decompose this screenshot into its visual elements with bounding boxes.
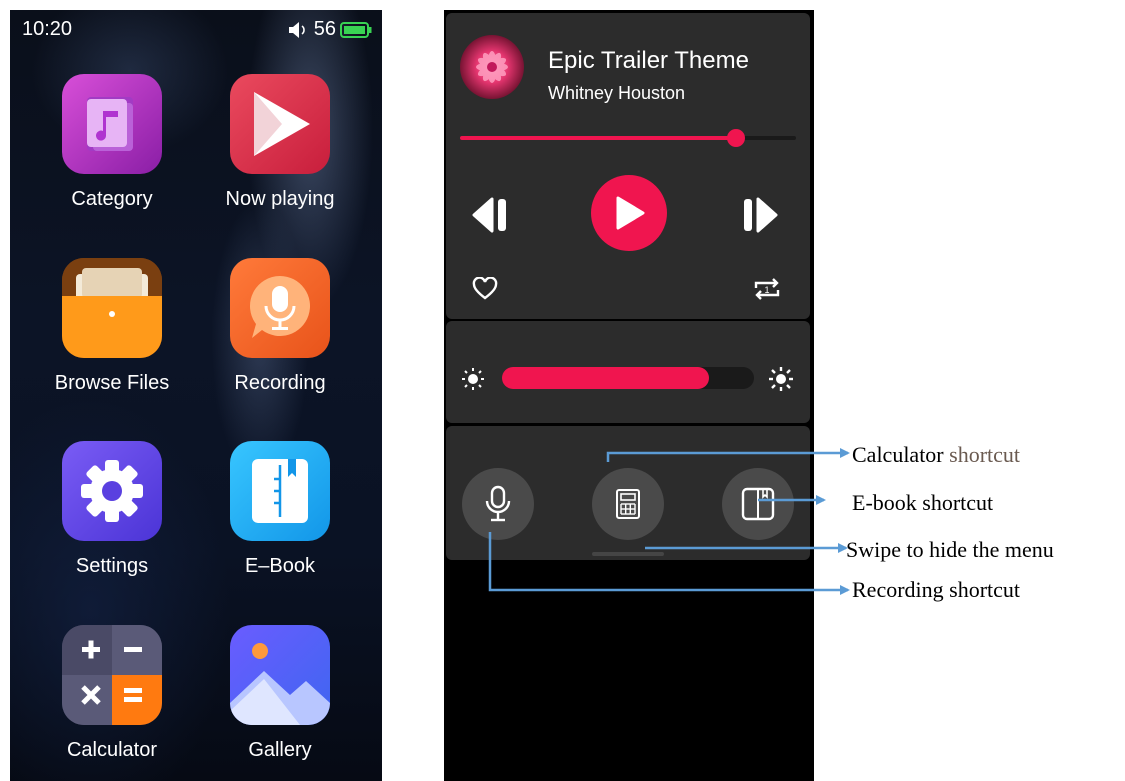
repeat-one-icon: 1 xyxy=(754,278,780,300)
app-recording[interactable]: Recording xyxy=(200,258,360,395)
shortcut-card xyxy=(446,426,810,560)
app-label: Recording xyxy=(234,372,326,394)
calculator-icon xyxy=(616,489,640,519)
next-button[interactable] xyxy=(738,193,782,237)
control-panel-screen: Epic Trailer Theme Whitney Houston 1 xyxy=(444,10,814,781)
calculator-annotation-word: Calculator xyxy=(852,442,944,467)
repeat-one-button[interactable]: 1 xyxy=(750,273,784,305)
brightness-card xyxy=(446,321,810,423)
gear-icon xyxy=(62,441,162,541)
progress-thumb[interactable] xyxy=(726,129,745,147)
app-label: Settings xyxy=(75,555,149,577)
recording-shortcut-annotation: Recording shortcut xyxy=(852,577,1021,602)
play-icon xyxy=(230,74,330,174)
song-title: Epic Trailer Theme xyxy=(548,47,749,74)
calculator-icon xyxy=(62,625,162,725)
ebook-shortcut-button[interactable] xyxy=(722,468,794,540)
microphone-icon xyxy=(230,258,330,358)
app-ebook[interactable]: E–Book xyxy=(200,441,360,578)
app-label: Gallery xyxy=(248,739,312,761)
brightness-fill xyxy=(502,367,709,389)
volume-level: 56 xyxy=(313,18,336,40)
calculator-shortcut-annotation: Calculator shortcut xyxy=(852,442,1020,468)
book-icon xyxy=(230,441,330,541)
progress-bar[interactable] xyxy=(460,129,796,147)
folder-icon xyxy=(62,258,162,358)
music-note-icon xyxy=(62,74,162,174)
recording-shortcut-button[interactable] xyxy=(462,468,534,540)
brightness-high-icon xyxy=(769,367,793,391)
next-icon xyxy=(744,197,778,233)
speaker-icon xyxy=(288,21,305,38)
status-bar: 10:20 56 xyxy=(10,10,382,50)
music-card: Epic Trailer Theme Whitney Houston 1 xyxy=(446,13,810,319)
app-category[interactable]: Category xyxy=(32,74,192,211)
previous-icon xyxy=(472,197,506,233)
home-screen: 10:20 56 Category Now playing Browse Fil… xyxy=(10,10,382,781)
book-icon xyxy=(741,487,775,521)
play-icon xyxy=(616,196,645,230)
status-time: 10:20 xyxy=(22,18,73,40)
swipe-handle[interactable] xyxy=(592,552,664,556)
repeat-badge: 1 xyxy=(764,285,769,295)
app-browse-files[interactable]: Browse Files xyxy=(32,258,192,395)
app-label: Now playing xyxy=(225,188,335,210)
status-right: 56 xyxy=(288,18,372,41)
brightness-slider[interactable] xyxy=(502,367,754,389)
song-artist: Whitney Houston xyxy=(548,83,686,103)
microphone-icon xyxy=(485,485,511,522)
previous-button[interactable] xyxy=(468,193,512,237)
battery-icon xyxy=(340,21,372,38)
app-label: Browse Files xyxy=(54,372,170,394)
calculator-shortcut-button[interactable] xyxy=(592,468,664,540)
swipe-annotation: Swipe to hide the menu xyxy=(846,537,1054,562)
app-gallery[interactable]: Gallery xyxy=(200,625,360,762)
album-art[interactable] xyxy=(460,35,524,99)
heart-icon xyxy=(472,277,498,300)
play-button[interactable] xyxy=(591,175,667,251)
app-settings[interactable]: Settings xyxy=(32,441,192,578)
brightness-low-icon xyxy=(462,368,484,390)
app-label: Category xyxy=(71,188,153,210)
favorite-button[interactable] xyxy=(470,274,500,304)
app-label: Calculator xyxy=(66,739,158,761)
calculator-annotation-shortcut: shortcut xyxy=(949,442,1021,467)
app-label: E–Book xyxy=(244,555,316,577)
ebook-shortcut-annotation: E-book shortcut xyxy=(852,490,994,515)
app-now-playing[interactable]: Now playing xyxy=(200,74,360,211)
progress-fill xyxy=(460,136,736,140)
app-calculator[interactable]: Calculator xyxy=(32,625,192,762)
image-icon xyxy=(230,625,330,725)
